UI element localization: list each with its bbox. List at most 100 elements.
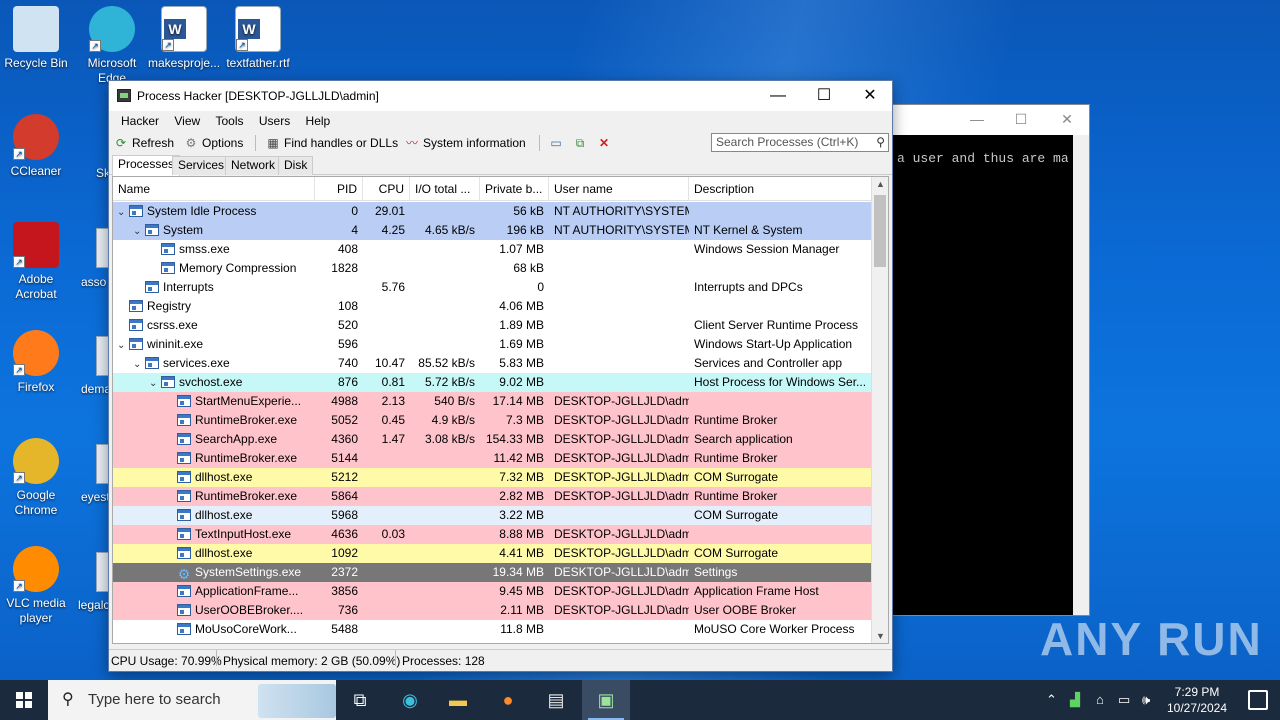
column-io-total[interactable]: I/O total ... [410, 177, 480, 201]
process-pid-cell: 2372 [331, 565, 358, 579]
minimize-icon[interactable]: — [967, 111, 987, 127]
process-hacker-taskbar-icon[interactable]: ▣ [582, 680, 630, 720]
column-name[interactable]: Name [113, 177, 315, 201]
file-explorer-icon[interactable]: ▬ [434, 680, 482, 720]
scrollbar-thumb[interactable] [874, 195, 886, 267]
expand-chevron-icon[interactable]: ⌄ [133, 355, 145, 373]
terminate-button[interactable]: ✕ [597, 134, 611, 152]
tab-services[interactable]: Services [172, 156, 231, 175]
process-name: svchost.exe [179, 375, 243, 389]
process-name: System [163, 223, 204, 237]
process-row[interactable]: Registry 108 4.06 MB [113, 297, 873, 316]
process-user-cell: DESKTOP-JGLLJLD\admi [554, 546, 689, 560]
process-row[interactable]: ⌄ System 4 4.25 4.65 kB/s 196 kB NT AUTHORITY\… [113, 221, 873, 240]
process-pid-cell: 5052 [331, 413, 358, 427]
notification-icon[interactable] [1248, 690, 1268, 710]
scroll-up-icon[interactable]: ▲ [872, 179, 888, 189]
process-row[interactable]: ⚙ SystemSettings.exe 2372 19.34 MB DESKTOP-J… [113, 563, 873, 582]
window-button[interactable]: ▭ [549, 134, 563, 152]
process-row[interactable]: ⌄ services.exe 740 10.47 85.52 kB/s 5.83 MB Se… [113, 354, 873, 373]
process-row[interactable]: RuntimeBroker.exe 5144 11.42 MB DESKTOP-JGL… [113, 449, 873, 468]
find-window-button[interactable]: ⧉ [573, 134, 587, 152]
show-hidden-icons-icon[interactable]: ⌃ [1046, 680, 1057, 720]
process-pid-cell: 5968 [331, 508, 358, 522]
column-pid[interactable]: PID [315, 177, 363, 201]
console-titlebar[interactable]: — ☐ ✕ [881, 105, 1089, 135]
options-button[interactable]: ⚙ Options [184, 134, 244, 152]
desktop-icon[interactable]: ↗ textfather.rtf [222, 6, 294, 71]
desktop-icon[interactable]: ↗ makesproje... [148, 6, 220, 71]
scroll-down-icon[interactable]: ▼ [872, 631, 888, 641]
process-pid-cell: 4988 [331, 394, 358, 408]
tab-disk[interactable]: Disk [278, 156, 314, 175]
tab-processes[interactable]: Processes [112, 155, 181, 176]
process-row[interactable]: dllhost.exe 5212 7.32 MB DESKTOP-JGLLJLD\ad… [113, 468, 873, 487]
console-window[interactable]: — ☐ ✕ a user and thus are ma [880, 104, 1090, 616]
search-input[interactable]: Search Processes (Ctrl+K) ⚲ [711, 133, 889, 152]
titlebar[interactable]: Process Hacker [DESKTOP-JGLLJLD\admin] —… [109, 81, 892, 111]
desktop-icon[interactable]: ↗ CCleaner [0, 114, 72, 179]
system-information-button[interactable]: 〰 System information [405, 134, 526, 152]
taskbar-search-box[interactable]: ⚲ Type here to search [48, 680, 336, 720]
column-user-name[interactable]: User name [549, 177, 689, 201]
menu-hacker[interactable]: Hacker [115, 111, 165, 131]
maximize-button[interactable]: ☐ [801, 81, 847, 111]
process-row[interactable]: TextInputHost.exe 4636 0.03 8.88 MB DESKTOP-… [113, 525, 873, 544]
edge-taskbar-icon[interactable]: ◉ [386, 680, 434, 720]
process-row[interactable]: dllhost.exe 1092 4.41 MB DESKTOP-JGLLJLD\ad… [113, 544, 873, 563]
desktop-icon[interactable]: ↗ Firefox [0, 330, 72, 395]
menu-view[interactable]: View [168, 111, 206, 131]
process-row[interactable]: Interrupts 5.76 0 Interrupts and DPCs [113, 278, 873, 297]
process-row[interactable]: RuntimeBroker.exe 5864 2.82 MB DESKTOP-JGLL… [113, 487, 873, 506]
process-row[interactable]: dllhost.exe 5968 3.22 MB COM Surrogate [113, 506, 873, 525]
device-icon[interactable]: ⌂ [1096, 680, 1104, 720]
maximize-icon[interactable]: ☐ [1011, 111, 1031, 128]
notepad-taskbar-icon[interactable]: ▤ [532, 680, 580, 720]
desktop-icon[interactable]: Recycle Bin [0, 6, 72, 71]
process-row[interactable]: ⌄ System Idle Process 0 29.01 56 kB NT AUTHOR… [113, 202, 873, 221]
find-handles-button[interactable]: ▦ Find handles or DLLs [266, 134, 398, 152]
process-row[interactable]: SearchApp.exe 4360 1.47 3.08 kB/s 154.33 MB D… [113, 430, 873, 449]
expand-chevron-icon[interactable]: ⌄ [149, 374, 161, 392]
menu-tools[interactable]: Tools [210, 111, 250, 131]
close-button[interactable]: ✕ [847, 81, 893, 111]
tab-network[interactable]: Network [225, 156, 282, 175]
refresh-button[interactable]: ⟳ Refresh [114, 134, 174, 152]
close-icon[interactable]: ✕ [1057, 111, 1077, 128]
process-row[interactable]: StartMenuExperie... 4988 2.13 540 B/s 17.14 … [113, 392, 873, 411]
desktop-icon[interactable]: ↗ Microsoft Edge [76, 6, 148, 86]
process-row[interactable]: smss.exe 408 1.07 MB Windows Session Manage… [113, 240, 873, 259]
network-icon[interactable]: ▭ [1118, 680, 1130, 720]
process-row[interactable]: UserOOBEBroker.... 736 2.11 MB DESKTOP-JGLL… [113, 601, 873, 620]
network-activity-icon[interactable]: ▟ [1070, 680, 1080, 720]
console-scrollbar[interactable] [1073, 135, 1089, 615]
process-row[interactable]: ⌄ svchost.exe 876 0.81 5.72 kB/s 9.02 MB Host … [113, 373, 873, 392]
process-row[interactable]: MoUsoCoreWork... 5488 11.8 MB MoUSO Core Wo… [113, 620, 873, 639]
volume-icon[interactable]: 🕪 [1142, 680, 1150, 720]
start-button[interactable] [0, 680, 48, 720]
desktop-icon[interactable]: ↗ VLC media player [0, 546, 72, 626]
process-row[interactable]: ⌄ wininit.exe 596 1.69 MB Windows Start-Up A… [113, 335, 873, 354]
desktop-icon[interactable]: ↗ Google Chrome [0, 438, 72, 518]
desktop-icon[interactable]: ↗ Adobe Acrobat [0, 222, 72, 302]
column-description[interactable]: Description [689, 177, 873, 201]
vertical-scrollbar[interactable]: ▲ ▼ [871, 177, 888, 643]
process-user-cell [549, 373, 689, 392]
expand-chevron-icon[interactable]: ⌄ [117, 203, 129, 221]
column-cpu[interactable]: CPU [363, 177, 410, 201]
task-view-icon[interactable]: ⧉ [336, 680, 384, 720]
menu-help[interactable]: Help [300, 111, 337, 131]
menu-users[interactable]: Users [253, 111, 296, 131]
process-row[interactable]: ApplicationFrame... 3856 9.45 MB DESKTOP-JG… [113, 582, 873, 601]
firefox-taskbar-icon[interactable]: ● [484, 680, 532, 720]
process-name-cell: SearchApp.exe [113, 430, 315, 449]
taskbar-clock[interactable]: 7:29 PM 10/27/2024 [1162, 684, 1232, 716]
process-row[interactable]: csrss.exe 520 1.89 MB Client Server Runtime… [113, 316, 873, 335]
expand-chevron-icon[interactable]: ⌄ [133, 222, 145, 240]
column-private-bytes[interactable]: Private b... [480, 177, 549, 201]
process-row[interactable]: Memory Compression 1828 68 kB [113, 259, 873, 278]
process-list[interactable]: Name PID CPU I/O total ... Private b... … [112, 176, 889, 644]
minimize-button[interactable]: — [755, 81, 801, 111]
process-row[interactable]: RuntimeBroker.exe 5052 0.45 4.9 kB/s 7.3 MB D… [113, 411, 873, 430]
expand-chevron-icon[interactable]: ⌄ [117, 336, 129, 354]
